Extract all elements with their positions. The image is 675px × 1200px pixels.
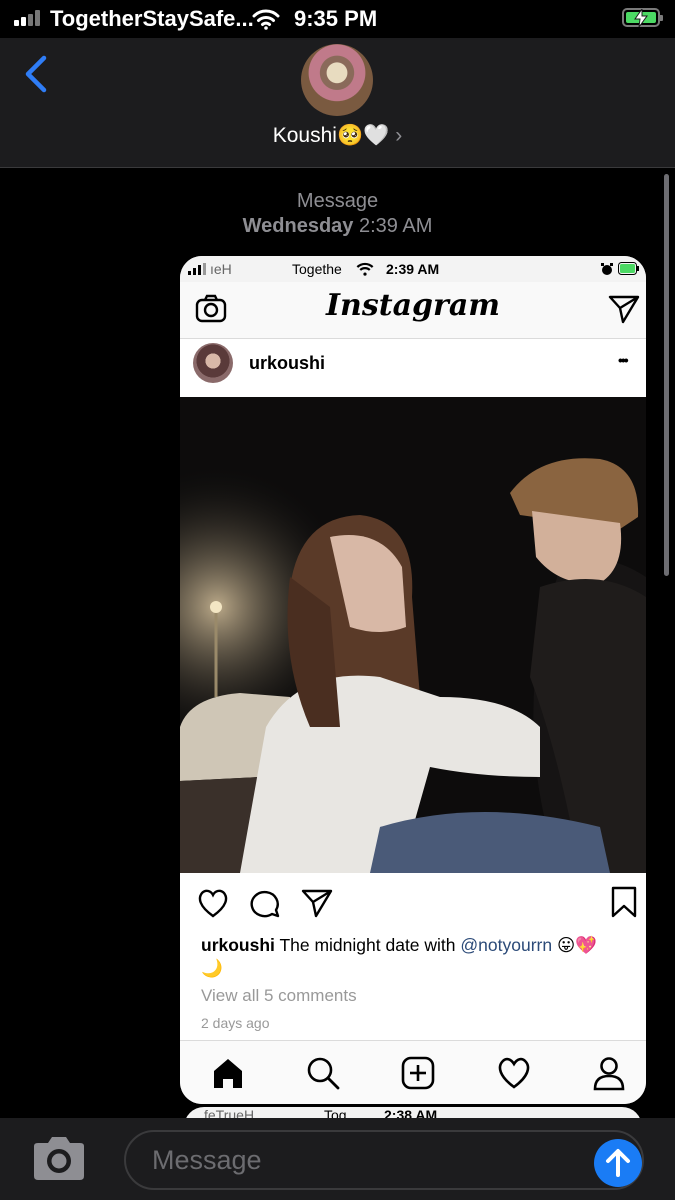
instagram-tab-bar [180,1040,646,1104]
share-icon[interactable] [301,888,333,918]
message-timestamp: Wednesday 2:39 AM [0,215,675,238]
instagram-logo: Instagram [326,288,500,323]
clock: 9:35 PM [294,6,378,31]
send-button[interactable] [594,1139,642,1187]
poster-username[interactable]: urkoushi [249,353,325,374]
home-icon[interactable] [210,1055,246,1091]
more-options-icon[interactable]: ••• [618,352,629,368]
instagram-top-bar: Instagram [180,282,646,339]
alarm-icon [601,263,613,275]
message-composer: Message [0,1118,675,1200]
direct-message-icon[interactable] [608,294,640,324]
post-photo[interactable] [180,397,646,873]
post-header: urkoushi ••• [180,340,646,396]
screenshot-carrier: ıeH [210,261,232,277]
cell-signal-icon [188,263,206,275]
status-bar: TogetherStaySafe... 9:35 PM [0,0,675,38]
like-heart-icon[interactable] [197,888,229,918]
message-service-label: Message [296,190,379,212]
battery-icon [618,262,639,275]
post-photo-image [180,397,646,873]
battery-icon [622,8,663,27]
timestamp-time: 2:39 AM [358,215,433,237]
timestamp-day: Wednesday [242,215,354,237]
chevron-right-icon: › [395,124,403,147]
search-icon[interactable] [305,1055,341,1091]
image-attachment[interactable]: ıeH Togethe 2:39 AM Instagram urkoushi •… [180,256,646,1104]
contact-name: Koushi🥺🤍 [272,124,390,147]
save-bookmark-icon[interactable] [610,886,638,918]
contact-avatar[interactable] [301,44,373,116]
back-chevron-icon[interactable] [18,52,58,96]
send-arrow-icon [606,1149,630,1177]
screenshot-carrier-2: Togethe [292,261,342,277]
post-caption: urkoushi The midnight date with @notyour… [201,934,631,980]
post-timestamp: 2 days ago [201,1015,270,1031]
wifi-icon [356,262,374,276]
scrollbar[interactable] [664,174,669,576]
message-input[interactable]: Message [124,1130,644,1190]
cell-signal-icon [14,10,44,26]
wifi-icon [252,9,280,30]
screenshot-status-bar: ıeH Togethe 2:39 AM [180,256,646,282]
caption-username[interactable]: urkoushi [201,935,275,955]
comment-icon[interactable] [249,888,281,918]
new-post-icon[interactable] [400,1055,436,1091]
post-actions [180,884,646,924]
conversation-header: Koushi🥺🤍 › [0,38,675,168]
camera-icon[interactable] [30,1136,88,1182]
message-input-placeholder: Message [152,1145,262,1175]
poster-avatar[interactable] [193,343,233,383]
view-comments-link[interactable]: View all 5 comments [201,986,357,1006]
carrier-name: TogetherStaySafe... [50,6,254,31]
caption-emoji-moon: 🌙 [201,958,223,978]
screenshot-clock: 2:39 AM [386,261,440,277]
profile-icon[interactable] [591,1055,627,1091]
contact-name-button[interactable]: Koushi🥺🤍 › [0,124,675,148]
caption-text: The midnight date with [279,935,456,955]
caption-emoji: 😛💖 [556,935,598,955]
caption-mention[interactable]: @notyourrn [460,935,552,955]
activity-heart-icon[interactable] [496,1055,532,1091]
